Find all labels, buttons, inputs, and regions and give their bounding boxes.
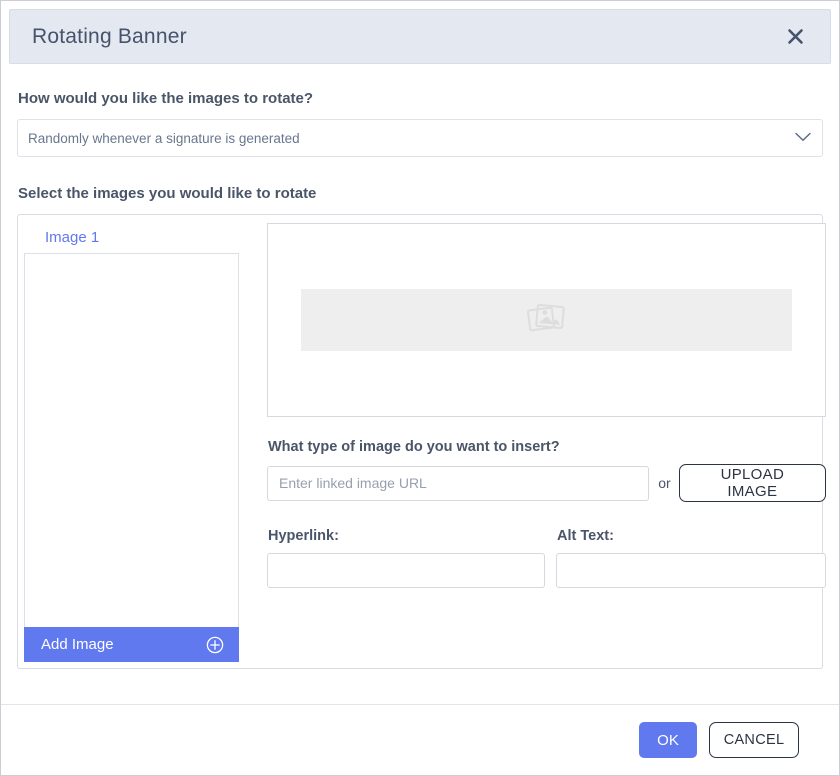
image-list-box[interactable]: [24, 253, 239, 627]
rotation-select-value: Randomly whenever a signature is generat…: [28, 130, 300, 146]
upload-image-button[interactable]: UPLOAD IMAGE: [678, 464, 826, 502]
image-list-item[interactable]: Image 1: [24, 221, 239, 253]
dialog-header: Rotating Banner: [9, 9, 831, 64]
image-type-label: What type of image do you want to insert…: [268, 439, 560, 455]
dialog-footer: OK CANCEL: [1, 704, 839, 775]
add-image-label: Add Image: [41, 636, 114, 653]
image-preview-placeholder: [301, 289, 792, 351]
image-detail-column: What type of image do you want to insert…: [239, 221, 836, 662]
or-separator: or: [658, 475, 671, 491]
rotating-banner-dialog: Rotating Banner How would you like the i…: [0, 0, 840, 776]
cancel-button[interactable]: CANCEL: [709, 722, 799, 758]
hyperlink-input[interactable]: [267, 553, 545, 588]
alt-text-field-group: Alt Text:: [556, 506, 826, 588]
alt-text-label: Alt Text:: [557, 528, 614, 544]
rotation-question-label: How would you like the images to rotate?: [18, 90, 314, 107]
images-section-label: Select the images you would like to rota…: [18, 185, 317, 202]
plus-circle-icon: [206, 636, 224, 654]
image-url-input[interactable]: [267, 465, 650, 501]
hyperlink-label: Hyperlink:: [268, 528, 339, 544]
images-section: Image 1 Add Image What type of image do …: [17, 214, 826, 669]
close-icon[interactable]: [780, 22, 810, 52]
rotation-select[interactable]: Randomly whenever a signature is generat…: [17, 119, 823, 157]
add-image-button[interactable]: Add Image: [24, 627, 239, 662]
image-url-row: or UPLOAD IMAGE: [267, 464, 826, 502]
photos-stack-icon: [526, 300, 568, 341]
image-list-item-label: Image 1: [45, 228, 100, 246]
image-preview-box: [267, 223, 826, 417]
page-title: Rotating Banner: [32, 24, 187, 48]
dialog-body: How would you like the images to rotate?…: [1, 64, 839, 704]
rotation-select-wrap: Randomly whenever a signature is generat…: [17, 119, 823, 157]
close-glyph: [787, 29, 803, 44]
hyperlink-field-group: Hyperlink:: [267, 506, 545, 588]
image-list-column: Image 1 Add Image: [24, 221, 239, 662]
ok-button[interactable]: OK: [639, 722, 697, 758]
alt-text-input[interactable]: [556, 553, 826, 588]
link-alt-row: Hyperlink: Alt Text:: [267, 506, 826, 588]
